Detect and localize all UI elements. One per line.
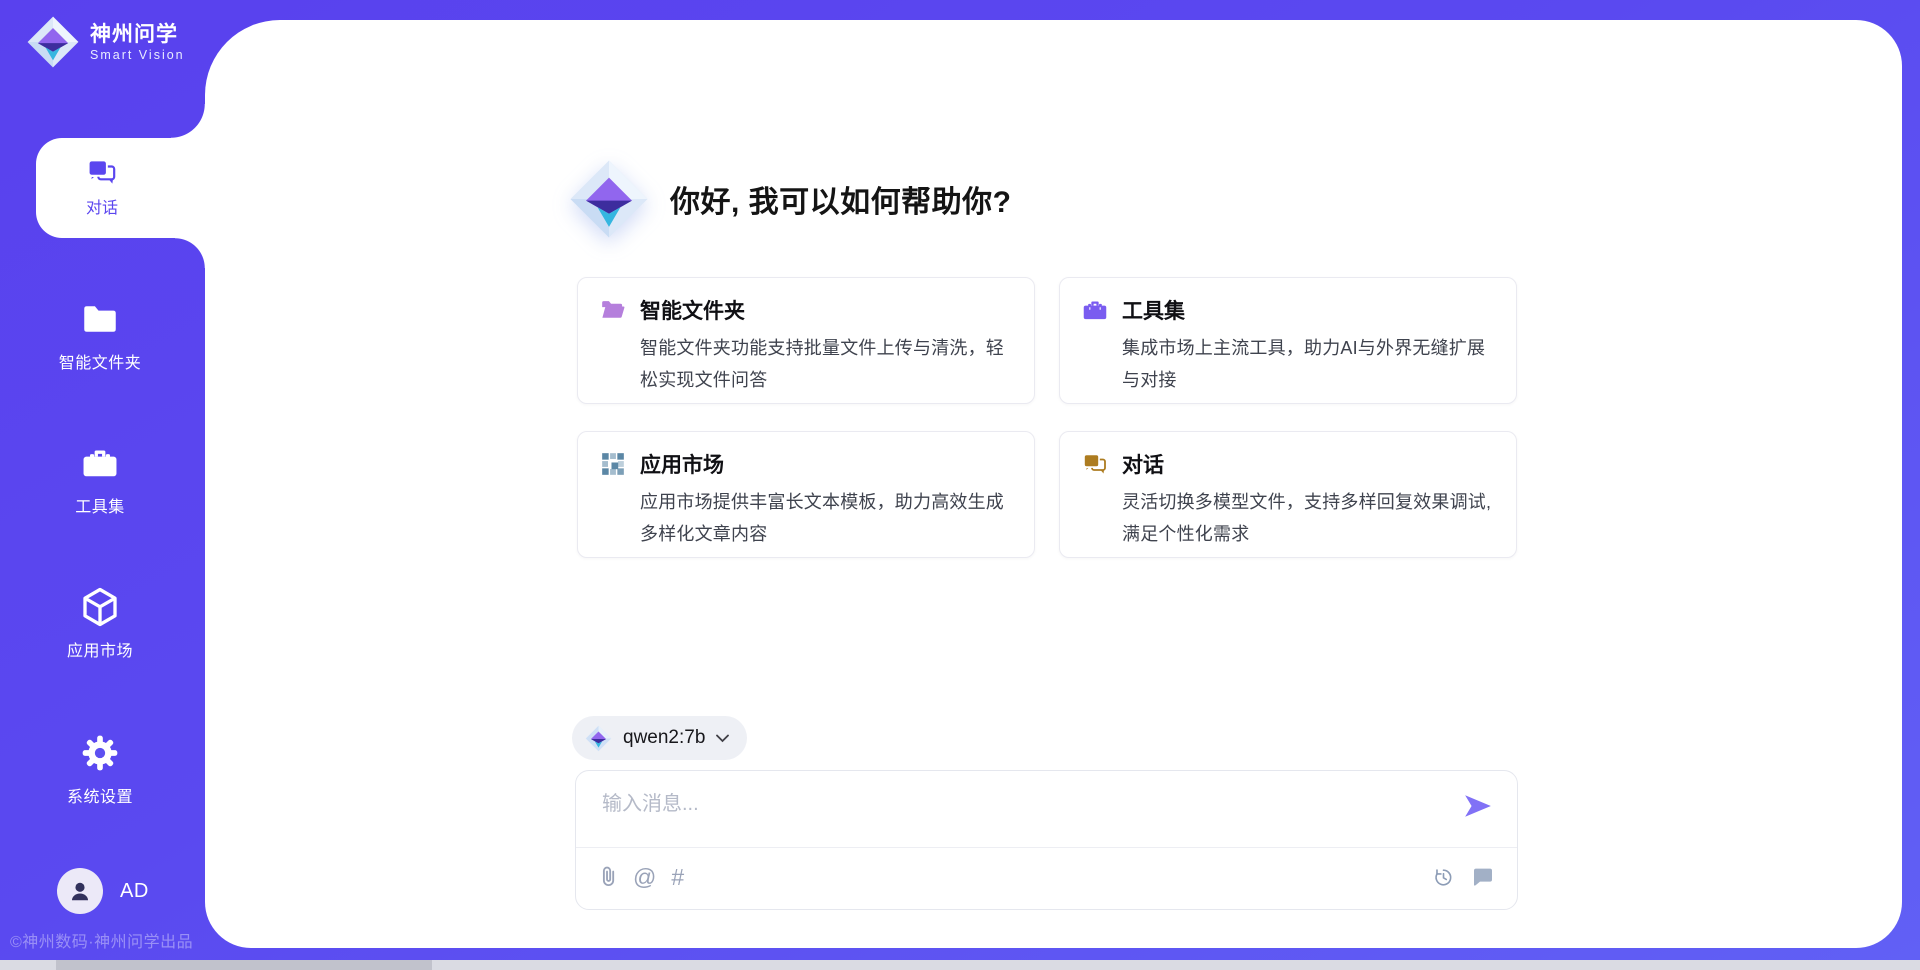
user-profile[interactable]: AD	[57, 868, 149, 914]
user-avatar-icon	[67, 878, 93, 904]
sidebar-item-tools[interactable]: 工具集	[0, 440, 200, 517]
sidebar-item-label: 应用市场	[0, 637, 200, 661]
brand-diamond-icon	[585, 725, 612, 752]
hash-icon[interactable]: #	[671, 866, 684, 889]
feature-cards: 智能文件夹 智能文件夹功能支持批量文件上传与清洗，轻松实现文件问答 工具集 集成…	[577, 277, 1517, 558]
card-smart-folders[interactable]: 智能文件夹 智能文件夹功能支持批量文件上传与清洗，轻松实现文件问答	[577, 277, 1035, 404]
sidebar-item-label: 工具集	[0, 493, 200, 517]
sidebar: 神州问学 Smart Vision 对话 智能文件夹	[0, 0, 205, 970]
brand-logo: 神州问学 Smart Vision	[26, 15, 185, 69]
greeting-title: 你好, 我可以如何帮助你?	[670, 177, 1012, 221]
folder-open-icon	[600, 297, 626, 323]
card-description: 智能文件夹功能支持批量文件上传与清洗，轻松实现文件问答	[640, 332, 1018, 396]
card-title: 智能文件夹	[640, 295, 745, 325]
card-title: 对话	[1122, 449, 1164, 479]
composer-divider	[576, 847, 1517, 848]
sidebar-item-settings[interactable]: 系统设置	[0, 730, 200, 807]
chat-bubbles-icon	[86, 158, 118, 186]
brand-name: 神州问学	[90, 22, 185, 48]
card-title: 工具集	[1122, 295, 1185, 325]
sidebar-item-label: 系统设置	[0, 783, 200, 807]
send-icon	[1463, 793, 1493, 819]
chevron-down-icon	[716, 734, 729, 743]
model-name: qwen2:7b	[623, 727, 705, 749]
sidebar-footer: ©神州数码·神州问学出品	[10, 928, 193, 952]
model-selector[interactable]: qwen2:7b	[572, 716, 747, 760]
brand-diamond-icon	[568, 158, 650, 240]
paperclip-icon[interactable]	[598, 864, 618, 890]
brand-subtitle: Smart Vision	[90, 48, 185, 63]
card-app-market[interactable]: 应用市场 应用市场提供丰富长文本模板，助力高效生成多样化文章内容	[577, 431, 1035, 558]
card-description: 灵活切换多模型文件，支持多样回复效果调试,满足个性化需求	[1122, 486, 1500, 550]
app-grid-icon	[600, 451, 626, 477]
brand-diamond-icon	[26, 15, 80, 69]
card-description: 应用市场提供丰富长文本模板，助力高效生成多样化文章内容	[640, 486, 1018, 550]
message-icon[interactable]	[1471, 866, 1495, 888]
send-button[interactable]	[1463, 793, 1493, 821]
message-composer: @ #	[575, 770, 1518, 910]
cube-icon	[80, 586, 120, 628]
horizontal-scrollbar[interactable]	[0, 960, 1920, 970]
card-toolset[interactable]: 工具集 集成市场上主流工具，助力AI与外界无缝扩展与对接	[1059, 277, 1517, 404]
gear-icon	[80, 733, 120, 773]
greeting-block: 你好, 我可以如何帮助你?	[568, 158, 1012, 240]
sidebar-item-market[interactable]: 应用市场	[0, 584, 200, 661]
sidebar-item-chat[interactable]: 对话	[36, 138, 205, 238]
folder-icon	[82, 304, 118, 334]
card-chat[interactable]: 对话 灵活切换多模型文件，支持多样回复效果调试,满足个性化需求	[1059, 431, 1517, 558]
main-panel: 你好, 我可以如何帮助你? 智能文件夹 智能文件夹功能支持批量文件上传与清洗，轻…	[205, 20, 1902, 948]
sidebar-item-label: 对话	[86, 194, 118, 218]
sidebar-item-folders[interactable]: 智能文件夹	[0, 296, 200, 373]
message-input[interactable]	[600, 785, 1424, 841]
avatar	[57, 868, 103, 914]
user-name: AD	[120, 880, 149, 903]
at-sign-icon[interactable]: @	[633, 866, 656, 889]
briefcase-icon	[81, 446, 119, 480]
scrollbar-thumb[interactable]	[56, 960, 432, 970]
card-description: 集成市场上主流工具，助力AI与外界无缝扩展与对接	[1122, 332, 1500, 396]
history-icon[interactable]	[1432, 866, 1455, 889]
chat-bubbles-icon	[1082, 451, 1108, 477]
briefcase-icon	[1082, 297, 1108, 323]
sidebar-item-label: 智能文件夹	[0, 349, 200, 373]
card-title: 应用市场	[640, 449, 724, 479]
